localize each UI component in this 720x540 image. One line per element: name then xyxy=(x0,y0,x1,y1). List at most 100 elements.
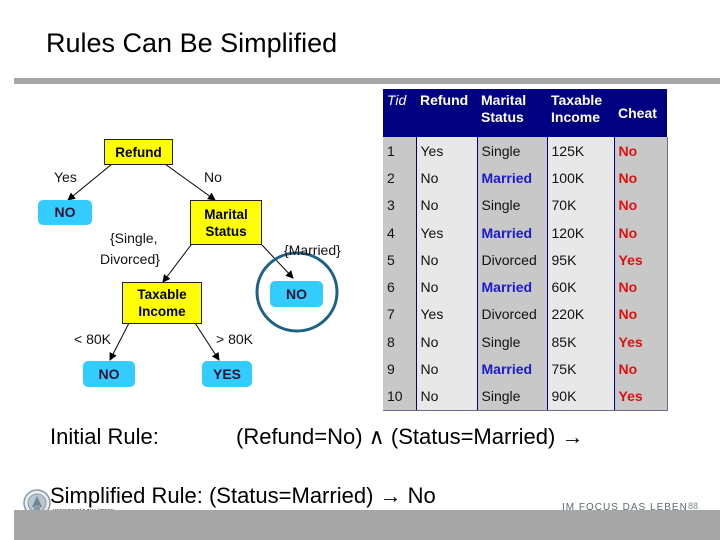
cell-refund: No xyxy=(415,328,477,356)
edge-income-low xyxy=(109,322,130,361)
cell-taxable-income: 220K xyxy=(546,300,614,329)
cell-taxable-income: 85K xyxy=(546,328,614,356)
cell-cheat: No xyxy=(613,218,668,247)
cell-tid: 10 xyxy=(383,382,416,411)
cell-cheat: Yes xyxy=(613,246,668,274)
cell-refund: No xyxy=(415,164,477,192)
leaf-label: NO xyxy=(286,285,307,302)
leaf-label: YES xyxy=(212,365,241,382)
cell-tid: 9 xyxy=(383,355,416,383)
table-body: 1 Yes Single 125K No 2 No Married 100K No 3 No Singl… xyxy=(383,137,668,411)
initial-rule-label: Initial Rule: xyxy=(50,424,159,449)
header-taxable-2: Income xyxy=(551,109,601,125)
cell-refund: No xyxy=(415,191,477,219)
header-marital-2: Status xyxy=(481,109,524,125)
edge-label-income-low: < 80K xyxy=(74,331,111,347)
node-taxable-label-2: Income xyxy=(138,304,186,319)
table-row: 5 No Divorced 95K Yes xyxy=(383,246,668,274)
cell-tid: 7 xyxy=(383,300,416,329)
node-marital-label-1: Marital xyxy=(204,206,248,222)
cell-tid: 3 xyxy=(383,191,416,219)
edge-label-single-divorced-2: Divorced} xyxy=(100,251,160,267)
edge-label-married: {Married} xyxy=(284,242,341,258)
leaf-label: NO xyxy=(54,204,76,220)
cell-tid: 2 xyxy=(383,164,416,192)
edge-label-income-high: > 80K xyxy=(216,331,253,347)
table-row: 3 No Single 70K No xyxy=(383,191,668,219)
leaf-income-high: YES xyxy=(202,361,252,387)
table-header-row: Tid Refund Marital Status Taxable Income C… xyxy=(383,89,667,137)
table-row: 8 No Single 85K Yes xyxy=(383,328,668,356)
cell-taxable-income: 120K xyxy=(546,218,614,247)
node-marital-label-2: Status xyxy=(205,223,247,239)
cell-marital-status: Married xyxy=(476,273,547,301)
node-marital-status: Marital Status xyxy=(190,200,262,245)
table-row: 7 Yes Divorced 220K No xyxy=(383,300,668,329)
footer-bar xyxy=(14,510,720,540)
cell-marital-status: Single xyxy=(476,382,547,411)
cell-tid: 5 xyxy=(383,246,416,274)
table-row: 2 No Married 100K No xyxy=(383,164,668,192)
leaf-refund-yes: NO xyxy=(38,200,92,225)
cell-marital-status: Divorced xyxy=(476,300,547,329)
cell-taxable-income: 60K xyxy=(546,273,614,301)
table-row: 9 No Married 75K No xyxy=(383,355,668,383)
header-cheat: Cheat xyxy=(614,89,667,137)
leaf-income-low: NO xyxy=(83,361,135,387)
cell-cheat: Yes xyxy=(613,382,668,411)
cell-marital-status: Single xyxy=(476,328,547,356)
edge-marital-single-divorced xyxy=(162,244,192,283)
cell-taxable-income: 75K xyxy=(546,355,614,383)
cell-cheat: No xyxy=(613,191,668,219)
cell-refund: No xyxy=(415,382,477,411)
cell-tid: 4 xyxy=(383,218,416,247)
cell-refund: No xyxy=(415,273,477,301)
cell-refund: No xyxy=(415,246,477,274)
cell-taxable-income: 90K xyxy=(546,382,614,411)
node-refund: Refund xyxy=(104,139,173,165)
cell-taxable-income: 95K xyxy=(546,246,614,274)
table-row: 4 Yes Married 120K No xyxy=(383,218,668,247)
header-marital-1: Marital xyxy=(481,92,527,108)
cell-cheat: No xyxy=(613,355,668,383)
initial-rule-expression: (Refund=No) ∧ (Status=Married) → xyxy=(236,424,584,449)
cell-cheat: No xyxy=(613,273,668,301)
cell-cheat: No xyxy=(613,137,668,165)
cell-taxable-income: 100K xyxy=(546,164,614,192)
edge-label-no: No xyxy=(204,169,222,185)
cell-tid: 6 xyxy=(383,273,416,301)
cell-marital-status: Married xyxy=(476,355,547,383)
cell-tid: 1 xyxy=(383,137,416,165)
header-refund: Refund xyxy=(416,89,477,137)
cell-marital-status: Married xyxy=(476,164,547,192)
cell-marital-status: Married xyxy=(476,218,547,247)
cell-taxable-income: 125K xyxy=(546,137,614,165)
cell-tid: 8 xyxy=(383,328,416,356)
table-row: 6 No Married 60K No xyxy=(383,273,668,301)
table-row: 10 No Single 90K Yes xyxy=(383,382,668,411)
cell-refund: Yes xyxy=(415,137,477,165)
simplified-rule: Simplified Rule: (Status=Married) → No xyxy=(50,483,436,508)
header-taxable-income: Taxable Income xyxy=(547,89,614,137)
table-row: 1 Yes Single 125K No xyxy=(383,137,668,165)
header-taxable-1: Taxable xyxy=(551,92,603,108)
header-marital-status: Marital Status xyxy=(477,89,547,137)
cell-marital-status: Single xyxy=(476,137,547,165)
cell-marital-status: Single xyxy=(476,191,547,219)
cell-refund: Yes xyxy=(415,218,477,247)
node-refund-label: Refund xyxy=(115,144,162,160)
edge-label-single-divorced-1: {Single, xyxy=(110,230,158,246)
cell-refund: No xyxy=(415,355,477,383)
node-taxable-income: Taxable Income xyxy=(122,282,202,324)
header-tid: Tid xyxy=(383,89,416,137)
cell-taxable-income: 70K xyxy=(546,191,614,219)
leaf-married: NO xyxy=(270,281,323,307)
cell-marital-status: Divorced xyxy=(476,246,547,274)
node-taxable-label-1: Taxable xyxy=(137,287,187,302)
leaf-label: NO xyxy=(98,365,120,382)
cell-refund: Yes xyxy=(415,300,477,329)
edge-label-yes: Yes xyxy=(54,169,77,185)
cell-cheat: Yes xyxy=(613,328,668,356)
training-data-table: Tid Refund Marital Status Taxable Income C… xyxy=(383,89,668,411)
cell-cheat: No xyxy=(613,300,668,329)
